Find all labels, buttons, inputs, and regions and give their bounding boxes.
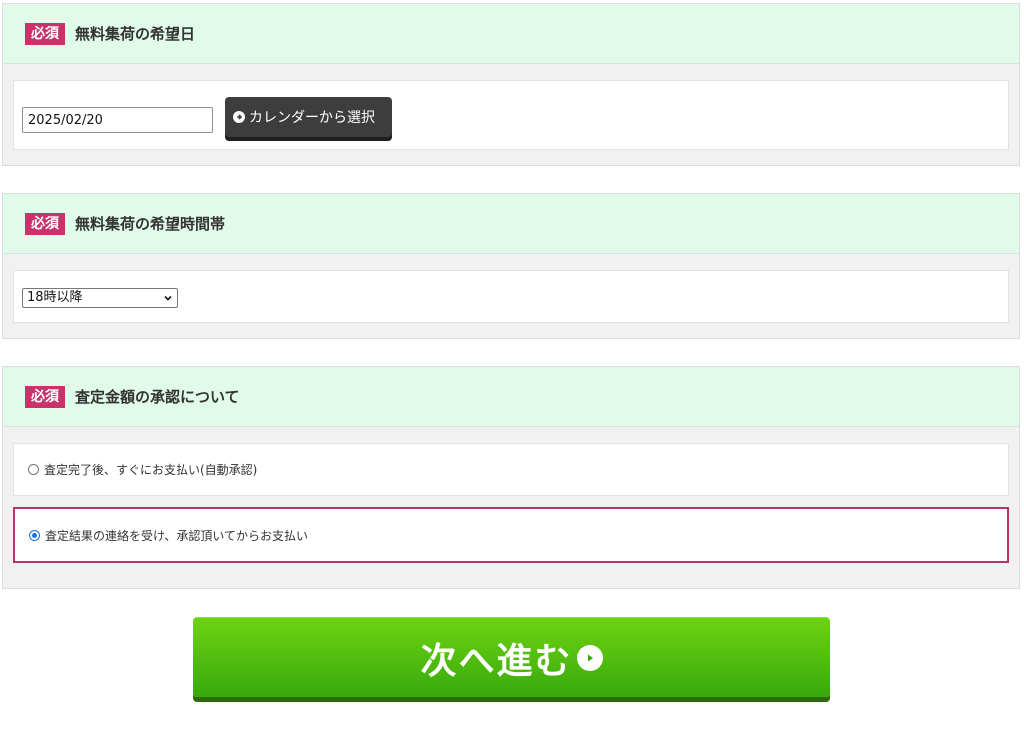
required-badge: 必須	[25, 22, 65, 45]
section-title: 無料集荷の希望日	[75, 25, 196, 43]
radio-auto[interactable]	[28, 464, 39, 475]
next-button-label: 次へ進む	[420, 640, 573, 682]
time-select-panel: 18時以降	[13, 270, 1009, 323]
time-select[interactable]: 18時以降	[22, 288, 178, 308]
required-badge: 必須	[25, 385, 65, 408]
approval-option-label: 査定結果の連絡を受け、承認頂いてからお支払い	[45, 528, 309, 543]
next-button[interactable]: 次へ進む	[193, 617, 830, 697]
chevron-down-icon	[163, 291, 173, 309]
section-title: 無料集荷の希望時間帯	[75, 215, 226, 233]
time-select-value: 18時以降	[27, 290, 83, 305]
approval-option-auto[interactable]: 査定完了後、すぐにお支払い(自動承認)	[13, 443, 1009, 496]
approval-section: 必須 査定金額の承認について 査定完了後、すぐにお支払い(自動承認) 査定結果の…	[2, 366, 1020, 589]
radio-manual[interactable]	[29, 529, 40, 541]
section-header: 必須 無料集荷の希望日	[3, 4, 1019, 64]
section-header: 必須 無料集荷の希望時間帯	[3, 194, 1019, 254]
arrow-circle-icon	[233, 111, 245, 123]
pickup-date-section: 必須 無料集荷の希望日 カレンダーから選択	[2, 3, 1020, 166]
play-circle-icon	[576, 644, 603, 671]
approval-option-label: 査定完了後、すぐにお支払い(自動承認)	[44, 463, 258, 477]
section-title: 査定金額の承認について	[75, 388, 240, 406]
section-header: 必須 査定金額の承認について	[3, 367, 1019, 427]
required-badge: 必須	[25, 212, 65, 235]
date-input-panel: カレンダーから選択	[13, 80, 1009, 150]
calendar-button-label: カレンダーから選択	[249, 110, 375, 126]
approval-option-manual[interactable]: 査定結果の連絡を受け、承認頂いてからお支払い	[13, 507, 1009, 563]
pickup-time-section: 必須 無料集荷の希望時間帯 18時以降	[2, 193, 1020, 339]
date-input[interactable]	[22, 107, 213, 133]
calendar-button[interactable]: カレンダーから選択	[225, 97, 392, 137]
